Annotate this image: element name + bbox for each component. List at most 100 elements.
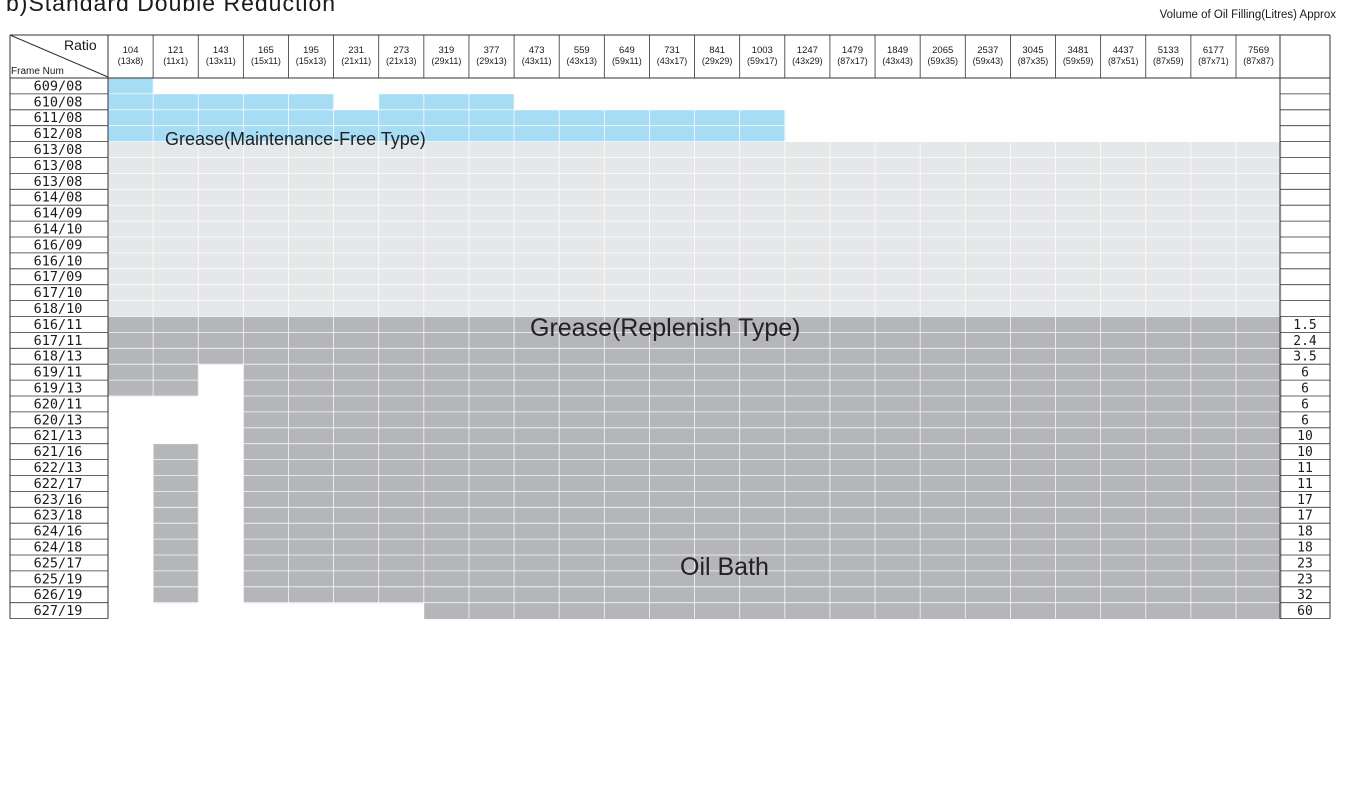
cell-oil: [784, 427, 831, 445]
cell-oil: [649, 396, 696, 413]
cell-oil: [1100, 396, 1147, 413]
cell-oil: [694, 380, 741, 397]
cell-oil: [153, 523, 199, 540]
cell-grease-rep: [468, 157, 515, 174]
cell-oil: [288, 411, 335, 429]
cell-oil: [965, 491, 1011, 508]
cell-oil: [468, 348, 515, 365]
cell-oil: [784, 396, 831, 413]
cell-oil: [784, 539, 831, 556]
cell-oil: [1055, 570, 1102, 588]
cell-oil: [108, 364, 154, 381]
cell-grease-rep: [1236, 205, 1282, 222]
cell-oil: [333, 507, 380, 524]
frame-number: 613/08: [34, 158, 83, 174]
cell-oil: [153, 348, 199, 365]
cell-oil: [468, 443, 515, 461]
cell-oil: [1236, 332, 1282, 349]
cell-oil: [333, 380, 380, 397]
cell-oil: [649, 475, 696, 492]
cell-grease-rep: [1190, 221, 1237, 238]
cell-grease-rep: [784, 205, 831, 222]
cell-oil: [1055, 539, 1102, 556]
header-ratio-label: Ratio: [64, 37, 97, 53]
cell-oil: [423, 459, 470, 476]
ratio-gears: (43x29): [792, 56, 823, 66]
cell-grease-rep: [1190, 157, 1237, 174]
cell-oil: [333, 491, 380, 508]
cell-oil: [333, 539, 380, 556]
cell-oil: [559, 491, 605, 508]
ratio-value: 143: [213, 45, 229, 56]
cell-grease-rep: [198, 189, 244, 206]
oil-volume: 6: [1301, 366, 1309, 381]
cell-oil: [378, 523, 425, 540]
cell-oil: [965, 507, 1011, 524]
cell-oil: [875, 570, 921, 588]
cell-oil: [378, 396, 425, 413]
oil-volume: 11: [1297, 477, 1313, 492]
cell-grease-mf: [198, 109, 244, 127]
cell-grease-rep: [198, 268, 244, 286]
cell-oil: [468, 570, 515, 588]
cell-oil: [1145, 491, 1192, 508]
frame-number: 618/10: [34, 301, 83, 317]
frame-number: 618/13: [34, 349, 83, 365]
cell-oil: [1100, 348, 1147, 365]
cell-grease-rep: [694, 189, 741, 206]
cell-grease-rep: [1236, 173, 1282, 190]
cell-grease-rep: [1010, 205, 1057, 222]
cell-oil: [875, 332, 921, 349]
cell-oil: [875, 380, 921, 397]
cell-oil: [604, 539, 650, 556]
cell-oil: [153, 475, 199, 492]
cell-oil: [965, 459, 1011, 476]
ratio-gears: (87x51): [1108, 56, 1139, 66]
cell-oil: [378, 316, 425, 333]
cell-grease-rep: [378, 237, 425, 254]
cell-oil: [829, 475, 876, 492]
cell-oil: [920, 396, 966, 413]
cell-oil: [1145, 316, 1192, 333]
cell-oil: [1010, 332, 1057, 349]
cell-oil: [649, 491, 696, 508]
cell-oil: [1145, 459, 1192, 476]
cell-oil: [1236, 396, 1282, 413]
cell-grease-rep: [1055, 300, 1102, 317]
cell-oil: [288, 348, 335, 365]
ratio-value: 377: [484, 45, 500, 56]
cell-oil: [784, 523, 831, 540]
cell-oil: [1145, 555, 1192, 572]
frame-number: 611/08: [34, 110, 83, 126]
cell-grease-mf: [333, 109, 380, 127]
cell-grease-rep: [829, 189, 876, 206]
cell-grease-rep: [153, 221, 199, 238]
cell-oil: [153, 364, 199, 381]
frame-number: 622/13: [34, 460, 83, 476]
cell-oil: [1055, 586, 1102, 604]
cell-oil: [423, 507, 470, 524]
cell-grease-rep: [739, 237, 786, 254]
ratio-gears: (43x13): [567, 56, 598, 66]
cell-oil: [514, 539, 560, 556]
cell-oil: [333, 570, 380, 588]
cell-oil: [784, 348, 831, 365]
cell-grease-mf: [649, 125, 696, 143]
cell-oil: [694, 475, 741, 492]
cell-oil: [423, 396, 470, 413]
cell-oil: [604, 396, 650, 413]
cell-grease-rep: [649, 221, 696, 238]
cell-oil: [288, 459, 335, 476]
ratio-value: 473: [529, 45, 545, 56]
frame-number: 612/08: [34, 126, 83, 142]
cell-oil: [1236, 570, 1282, 588]
ratio-value: 319: [438, 45, 454, 56]
cell-oil: [829, 332, 876, 349]
cell-grease-rep: [333, 237, 380, 254]
cell-oil: [1190, 507, 1237, 524]
cell-grease-rep: [468, 300, 515, 317]
cell-oil: [1236, 602, 1282, 620]
ratio-value: 273: [393, 45, 409, 56]
cell-oil: [153, 539, 199, 556]
cell-oil: [333, 443, 380, 461]
